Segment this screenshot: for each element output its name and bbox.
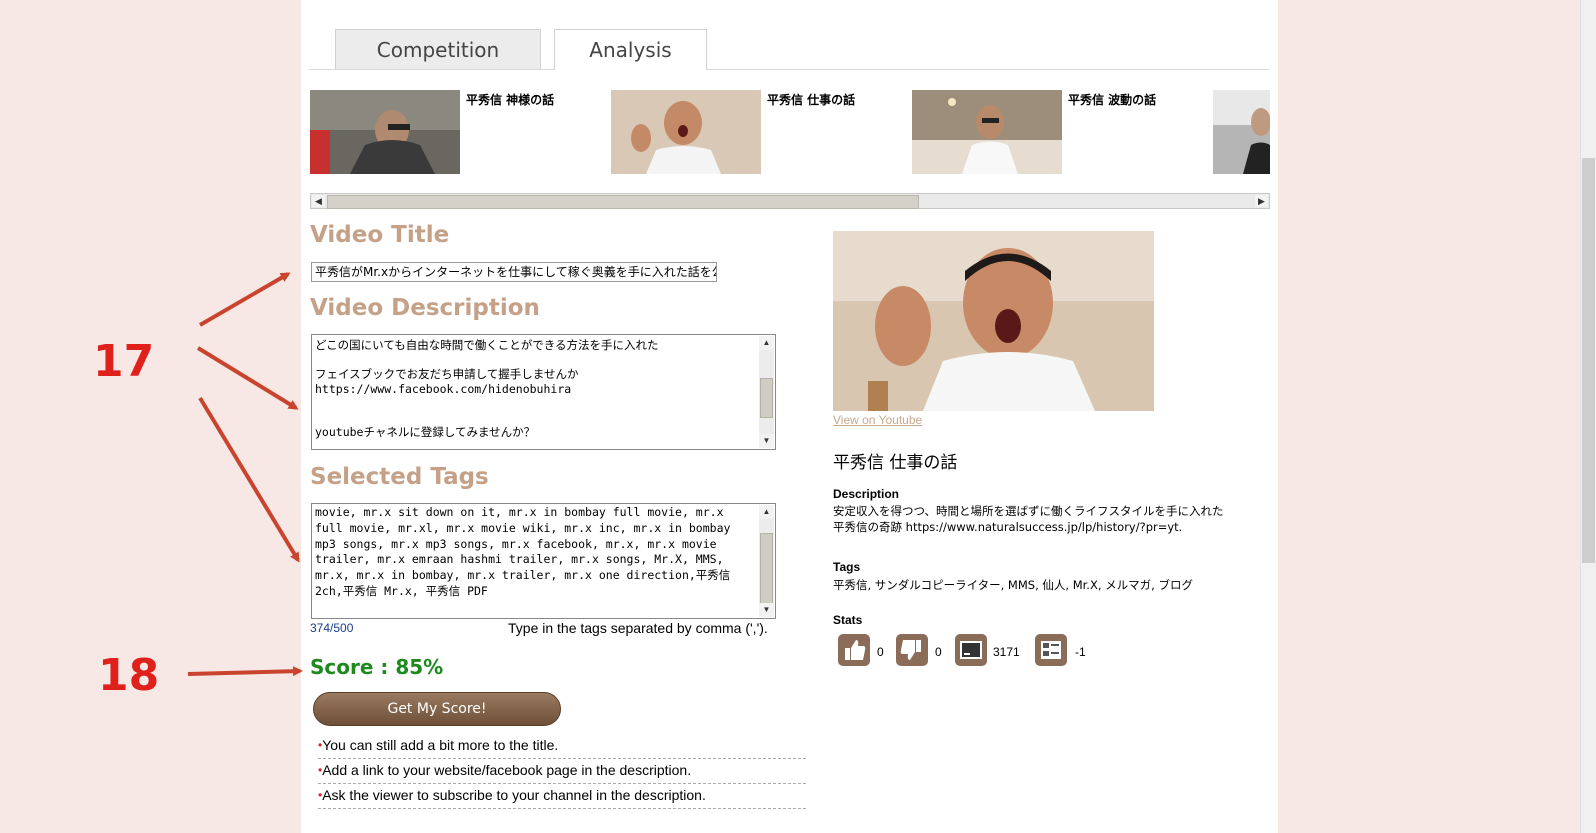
video-thumbnail-1-title[interactable]: 平秀信 神様の話 xyxy=(466,91,554,108)
selected-video-description: 安定収入を得つつ、時間と場所を選ばずに働くライフスタイルを手に入れた平秀信の奇跡… xyxy=(833,504,1224,534)
description-scrollbar[interactable]: ▲ ▼ xyxy=(759,336,774,448)
tip-item: •Add a link to your website/facebook pag… xyxy=(318,759,806,784)
stats-label: Stats xyxy=(833,613,863,627)
video-title-heading: Video Title xyxy=(310,222,450,248)
get-my-score-button[interactable]: Get My Score! xyxy=(313,692,561,726)
video-description-text: どこの国にいても自由な時間で働くことができる方法を手に入れた フェイスブックでお… xyxy=(315,338,659,439)
scroll-left-icon[interactable]: ◀ xyxy=(312,195,325,207)
video-thumbnail-3-title[interactable]: 平秀信 波動の話 xyxy=(1068,91,1156,108)
score-label: Score : 85% xyxy=(310,655,444,679)
man-waving-thumbnail-icon xyxy=(611,90,761,174)
video-title-input[interactable]: 平秀信がMr.xからインターネットを仕事にして稼ぐ奥義を手に入れた話を公開 xyxy=(311,262,717,282)
thumbnail-scrollbar-thumb[interactable] xyxy=(327,195,919,209)
views-icon xyxy=(955,634,987,666)
tags-hint: Type in the tags separated by comma (','… xyxy=(508,620,768,636)
man-in-car-thumbnail-icon xyxy=(1213,90,1270,174)
arrow-to-description xyxy=(196,346,299,410)
selected-tags-text: movie, mr.x sit down on it, mr.x in bomb… xyxy=(315,505,738,598)
tab-bar: Competition Analysis xyxy=(309,29,1269,70)
thumbs-down-icon xyxy=(896,634,928,666)
dislikes-count: 0 xyxy=(935,645,942,659)
score-tips-list: •You can still add a bit more to the tit… xyxy=(318,734,806,809)
scroll-up-icon[interactable]: ▲ xyxy=(759,505,774,519)
video-thumbnail-4[interactable] xyxy=(1213,90,1270,174)
tab-competition[interactable]: Competition xyxy=(335,29,541,69)
tab-analysis[interactable]: Analysis xyxy=(554,29,707,70)
tip-item: •Ask the viewer to subscribe to your cha… xyxy=(318,784,806,809)
annotation-number-18: 18 xyxy=(98,650,160,701)
video-thumbnail-strip: 平秀信 神様の話 平秀信 仕事の話 平秀信 波動の話 xyxy=(310,90,1270,174)
annotation-number-17: 17 xyxy=(93,336,155,387)
tip-text: Add a link to your website/facebook page… xyxy=(322,762,692,778)
selected-video-thumbnail[interactable] xyxy=(833,231,1154,411)
likes-count: 0 xyxy=(877,645,884,659)
man-in-room-thumbnail-icon xyxy=(912,90,1062,174)
arrow-to-title xyxy=(198,272,291,327)
man-waving-large-thumbnail-icon xyxy=(833,231,1154,411)
thumbnail-scrollbar[interactable]: ◀ ▶ xyxy=(310,193,1270,209)
video-description-textarea[interactable]: どこの国にいても自由な時間で働くことができる方法を手に入れた フェイスブックでお… xyxy=(311,334,776,450)
arrow-to-score xyxy=(187,666,303,677)
scroll-down-icon[interactable]: ▼ xyxy=(759,434,774,448)
page-scrollbar-thumb[interactable] xyxy=(1582,158,1595,563)
video-thumbnail-3[interactable] xyxy=(912,90,1062,174)
video-thumbnail-2-title[interactable]: 平秀信 仕事の話 xyxy=(767,91,855,108)
scroll-down-icon[interactable]: ▼ xyxy=(759,603,774,617)
video-thumbnail-2[interactable] xyxy=(611,90,761,174)
arrow-to-tags xyxy=(198,396,300,563)
selected-tags-heading: Selected Tags xyxy=(310,464,489,490)
tags-scrollbar[interactable]: ▲ ▼ xyxy=(759,505,774,617)
video-description-heading: Video Description xyxy=(310,295,540,321)
tip-text: You can still add a bit more to the titl… xyxy=(322,737,559,753)
video-thumbnail-1[interactable] xyxy=(310,90,460,174)
scroll-up-icon[interactable]: ▲ xyxy=(759,336,774,350)
comments-count: -1 xyxy=(1075,645,1086,659)
thumbs-up-icon xyxy=(838,634,870,666)
man-at-desk-thumbnail-icon xyxy=(310,90,460,174)
description-label: Description xyxy=(833,487,900,501)
tags-label: Tags xyxy=(833,560,861,574)
view-on-youtube-link[interactable]: View on Youtube xyxy=(833,413,922,427)
tip-item: •You can still add a bit more to the tit… xyxy=(318,734,806,759)
tag-character-count: 374/500 xyxy=(310,621,354,635)
selected-video-tags: 平秀信, サンダルコピーライター, MMS, 仙人, Mr.X, メルマガ, ブ… xyxy=(833,578,1193,592)
tags-scrollbar-thumb[interactable] xyxy=(760,533,773,607)
selected-tags-textarea[interactable]: movie, mr.x sit down on it, mr.x in bomb… xyxy=(311,503,776,619)
tip-text: Ask the viewer to subscribe to your chan… xyxy=(322,787,706,803)
views-count: 3171 xyxy=(993,645,1020,659)
scroll-right-icon[interactable]: ▶ xyxy=(1255,195,1268,207)
selected-video-title: 平秀信 仕事の話 xyxy=(833,453,958,473)
comments-icon xyxy=(1035,634,1067,666)
description-scrollbar-thumb[interactable] xyxy=(760,378,773,418)
